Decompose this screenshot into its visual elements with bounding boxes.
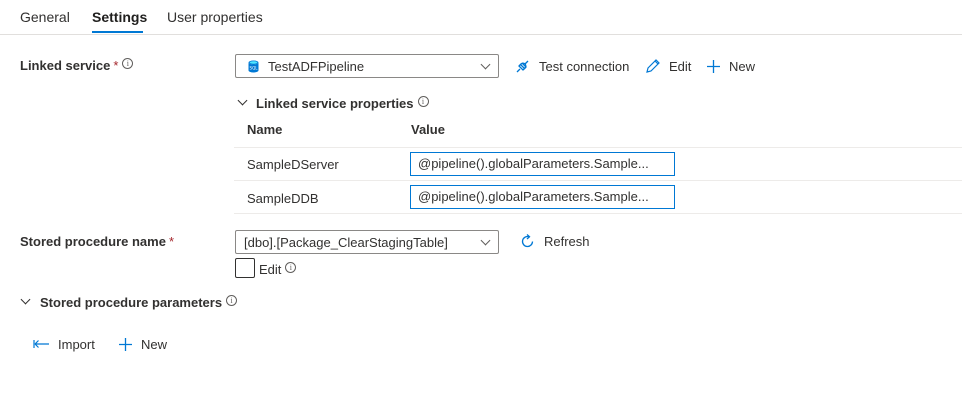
linked-service-label-group: Linked service * i — [20, 58, 134, 73]
linked-service-value: TestADFPipeline — [268, 59, 365, 74]
edit-label: Edit — [669, 58, 692, 74]
tab-settings[interactable]: Settings — [92, 9, 147, 25]
new-label: New — [141, 336, 168, 352]
property-value-input[interactable]: @pipeline().globalParameters.Sample... — [410, 185, 675, 209]
table-divider — [234, 213, 962, 214]
column-header-name: Name — [247, 122, 283, 137]
svg-text:SQL: SQL — [250, 66, 259, 71]
linked-service-dropdown[interactable]: SQL TestADFPipeline — [235, 54, 499, 78]
refresh-icon — [521, 233, 534, 247]
linked-service-properties-title: Linked service properties — [256, 96, 414, 111]
info-icon[interactable]: i — [122, 58, 134, 69]
stored-procedure-value: [dbo].[Package_ClearStagingTable] — [244, 235, 448, 250]
chevron-down-icon[interactable] — [20, 294, 31, 305]
edit-checkbox[interactable] — [235, 258, 255, 278]
chevron-down-icon[interactable] — [237, 95, 248, 106]
table-divider — [234, 180, 962, 181]
refresh-button[interactable]: Refresh — [519, 229, 590, 253]
tab-user-properties[interactable]: User properties — [167, 9, 263, 25]
new-label: New — [729, 58, 756, 74]
property-name: SampleDServer — [247, 157, 339, 172]
edit-linked-service-button[interactable]: Edit — [645, 54, 691, 78]
linked-service-properties-header[interactable]: Linked service properties i — [256, 96, 429, 111]
edit-checkbox-label-group: Edit i — [259, 262, 297, 277]
chevron-down-icon — [480, 235, 491, 246]
info-icon[interactable]: i — [285, 262, 297, 273]
import-button[interactable]: Import — [33, 332, 95, 356]
plus-icon — [707, 59, 720, 73]
pencil-icon — [646, 59, 660, 73]
required-mark: * — [168, 234, 174, 249]
plus-icon — [119, 337, 132, 351]
required-mark: * — [113, 58, 119, 73]
stored-procedure-parameters-header[interactable]: Stored procedure parameters i — [40, 295, 238, 310]
active-tab-indicator — [92, 31, 143, 33]
tab-bar: General Settings User properties — [0, 0, 962, 35]
plug-icon — [516, 60, 529, 72]
edit-checkbox-label: Edit — [259, 262, 282, 277]
test-connection-label: Test connection — [539, 58, 630, 74]
property-name: SampleDDB — [247, 191, 319, 206]
database-icon: SQL — [248, 60, 259, 76]
test-connection-button[interactable]: Test connection — [514, 54, 629, 78]
stored-procedure-parameters-title: Stored procedure parameters — [40, 295, 223, 310]
stored-procedure-label: Stored procedure name — [20, 234, 166, 249]
linked-service-label: Linked service — [20, 58, 111, 73]
new-linked-service-button[interactable]: New — [706, 54, 755, 78]
stored-procedure-label-group: Stored procedure name * — [20, 234, 174, 249]
import-label: Import — [58, 336, 95, 352]
property-value-input[interactable]: @pipeline().globalParameters.Sample... — [410, 152, 675, 176]
tab-general[interactable]: General — [20, 9, 70, 25]
stored-procedure-dropdown[interactable]: [dbo].[Package_ClearStagingTable] — [235, 230, 499, 254]
column-header-value: Value — [411, 122, 445, 137]
table-divider — [234, 147, 962, 148]
refresh-label: Refresh — [544, 233, 590, 249]
info-icon[interactable]: i — [226, 295, 238, 306]
info-icon[interactable]: i — [417, 96, 429, 107]
new-parameter-button[interactable]: New — [118, 332, 167, 356]
import-arrow-icon — [33, 340, 49, 348]
chevron-down-icon — [480, 59, 491, 70]
